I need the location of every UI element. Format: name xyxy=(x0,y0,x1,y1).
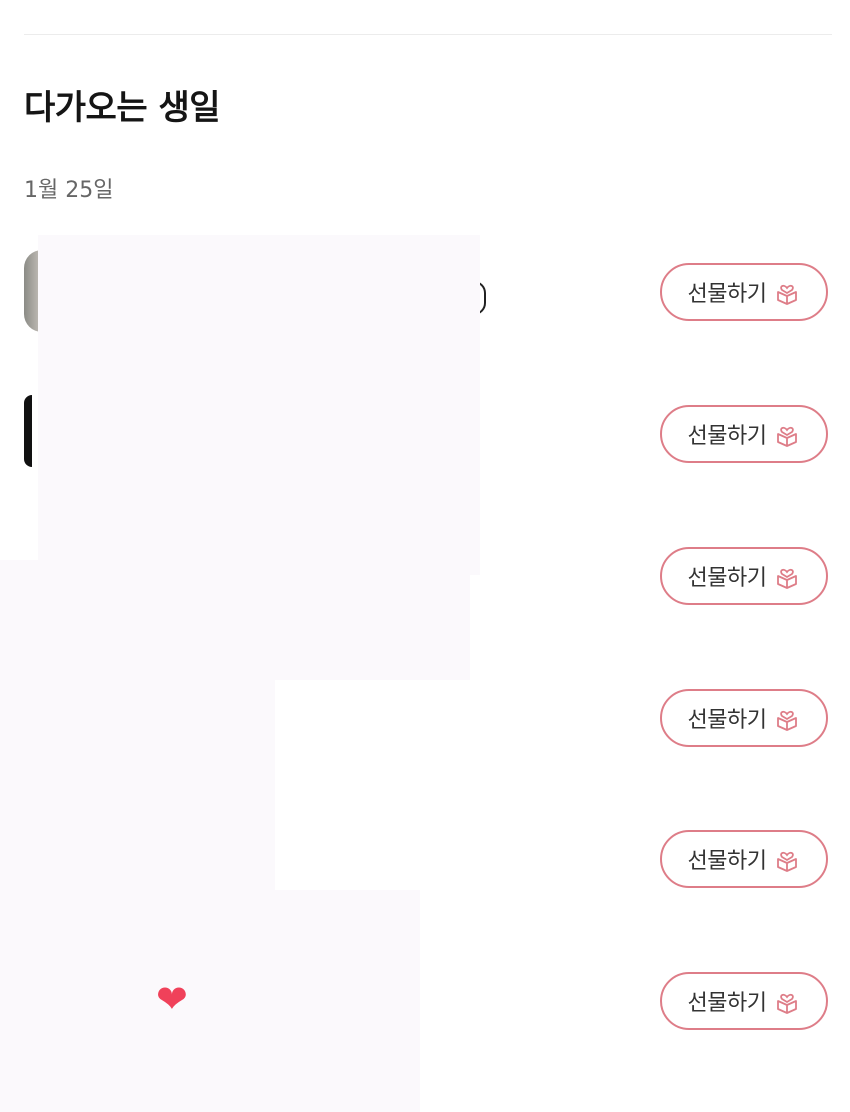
gift-button-label: 선물하기 xyxy=(687,849,767,874)
gift-button[interactable]: 선물하기 xyxy=(660,547,828,605)
gift-button-label: 선물하기 xyxy=(687,282,767,307)
gift-button-label: 선물하기 xyxy=(687,991,767,1016)
avatar[interactable] xyxy=(24,395,32,467)
gift-button[interactable]: 선물하기 xyxy=(660,263,828,321)
birthday-date-label: 1월 25일 xyxy=(24,178,114,203)
redacted-area xyxy=(38,235,480,575)
gift-button-label: 선물하기 xyxy=(687,424,767,449)
gift-button[interactable]: 선물하기 xyxy=(660,972,828,1030)
gift-box-heart-icon xyxy=(777,426,798,447)
gift-button[interactable]: 선물하기 xyxy=(660,405,828,463)
redacted-area xyxy=(200,890,420,1112)
gift-button-label: 선물하기 xyxy=(687,708,767,733)
gift-box-heart-icon xyxy=(777,993,798,1014)
gift-box-heart-icon xyxy=(777,710,798,731)
top-divider xyxy=(24,34,832,35)
heart-icon: ❤ xyxy=(156,977,188,1021)
gift-button-label: 선물하기 xyxy=(687,566,767,591)
gift-button[interactable]: 선물하기 xyxy=(660,830,828,888)
gift-box-heart-icon xyxy=(777,851,798,872)
gift-button[interactable]: 선물하기 xyxy=(660,689,828,747)
gift-box-heart-icon xyxy=(777,568,798,589)
gift-box-heart-icon xyxy=(777,284,798,305)
section-title: 다가오는 생일 xyxy=(24,88,221,128)
